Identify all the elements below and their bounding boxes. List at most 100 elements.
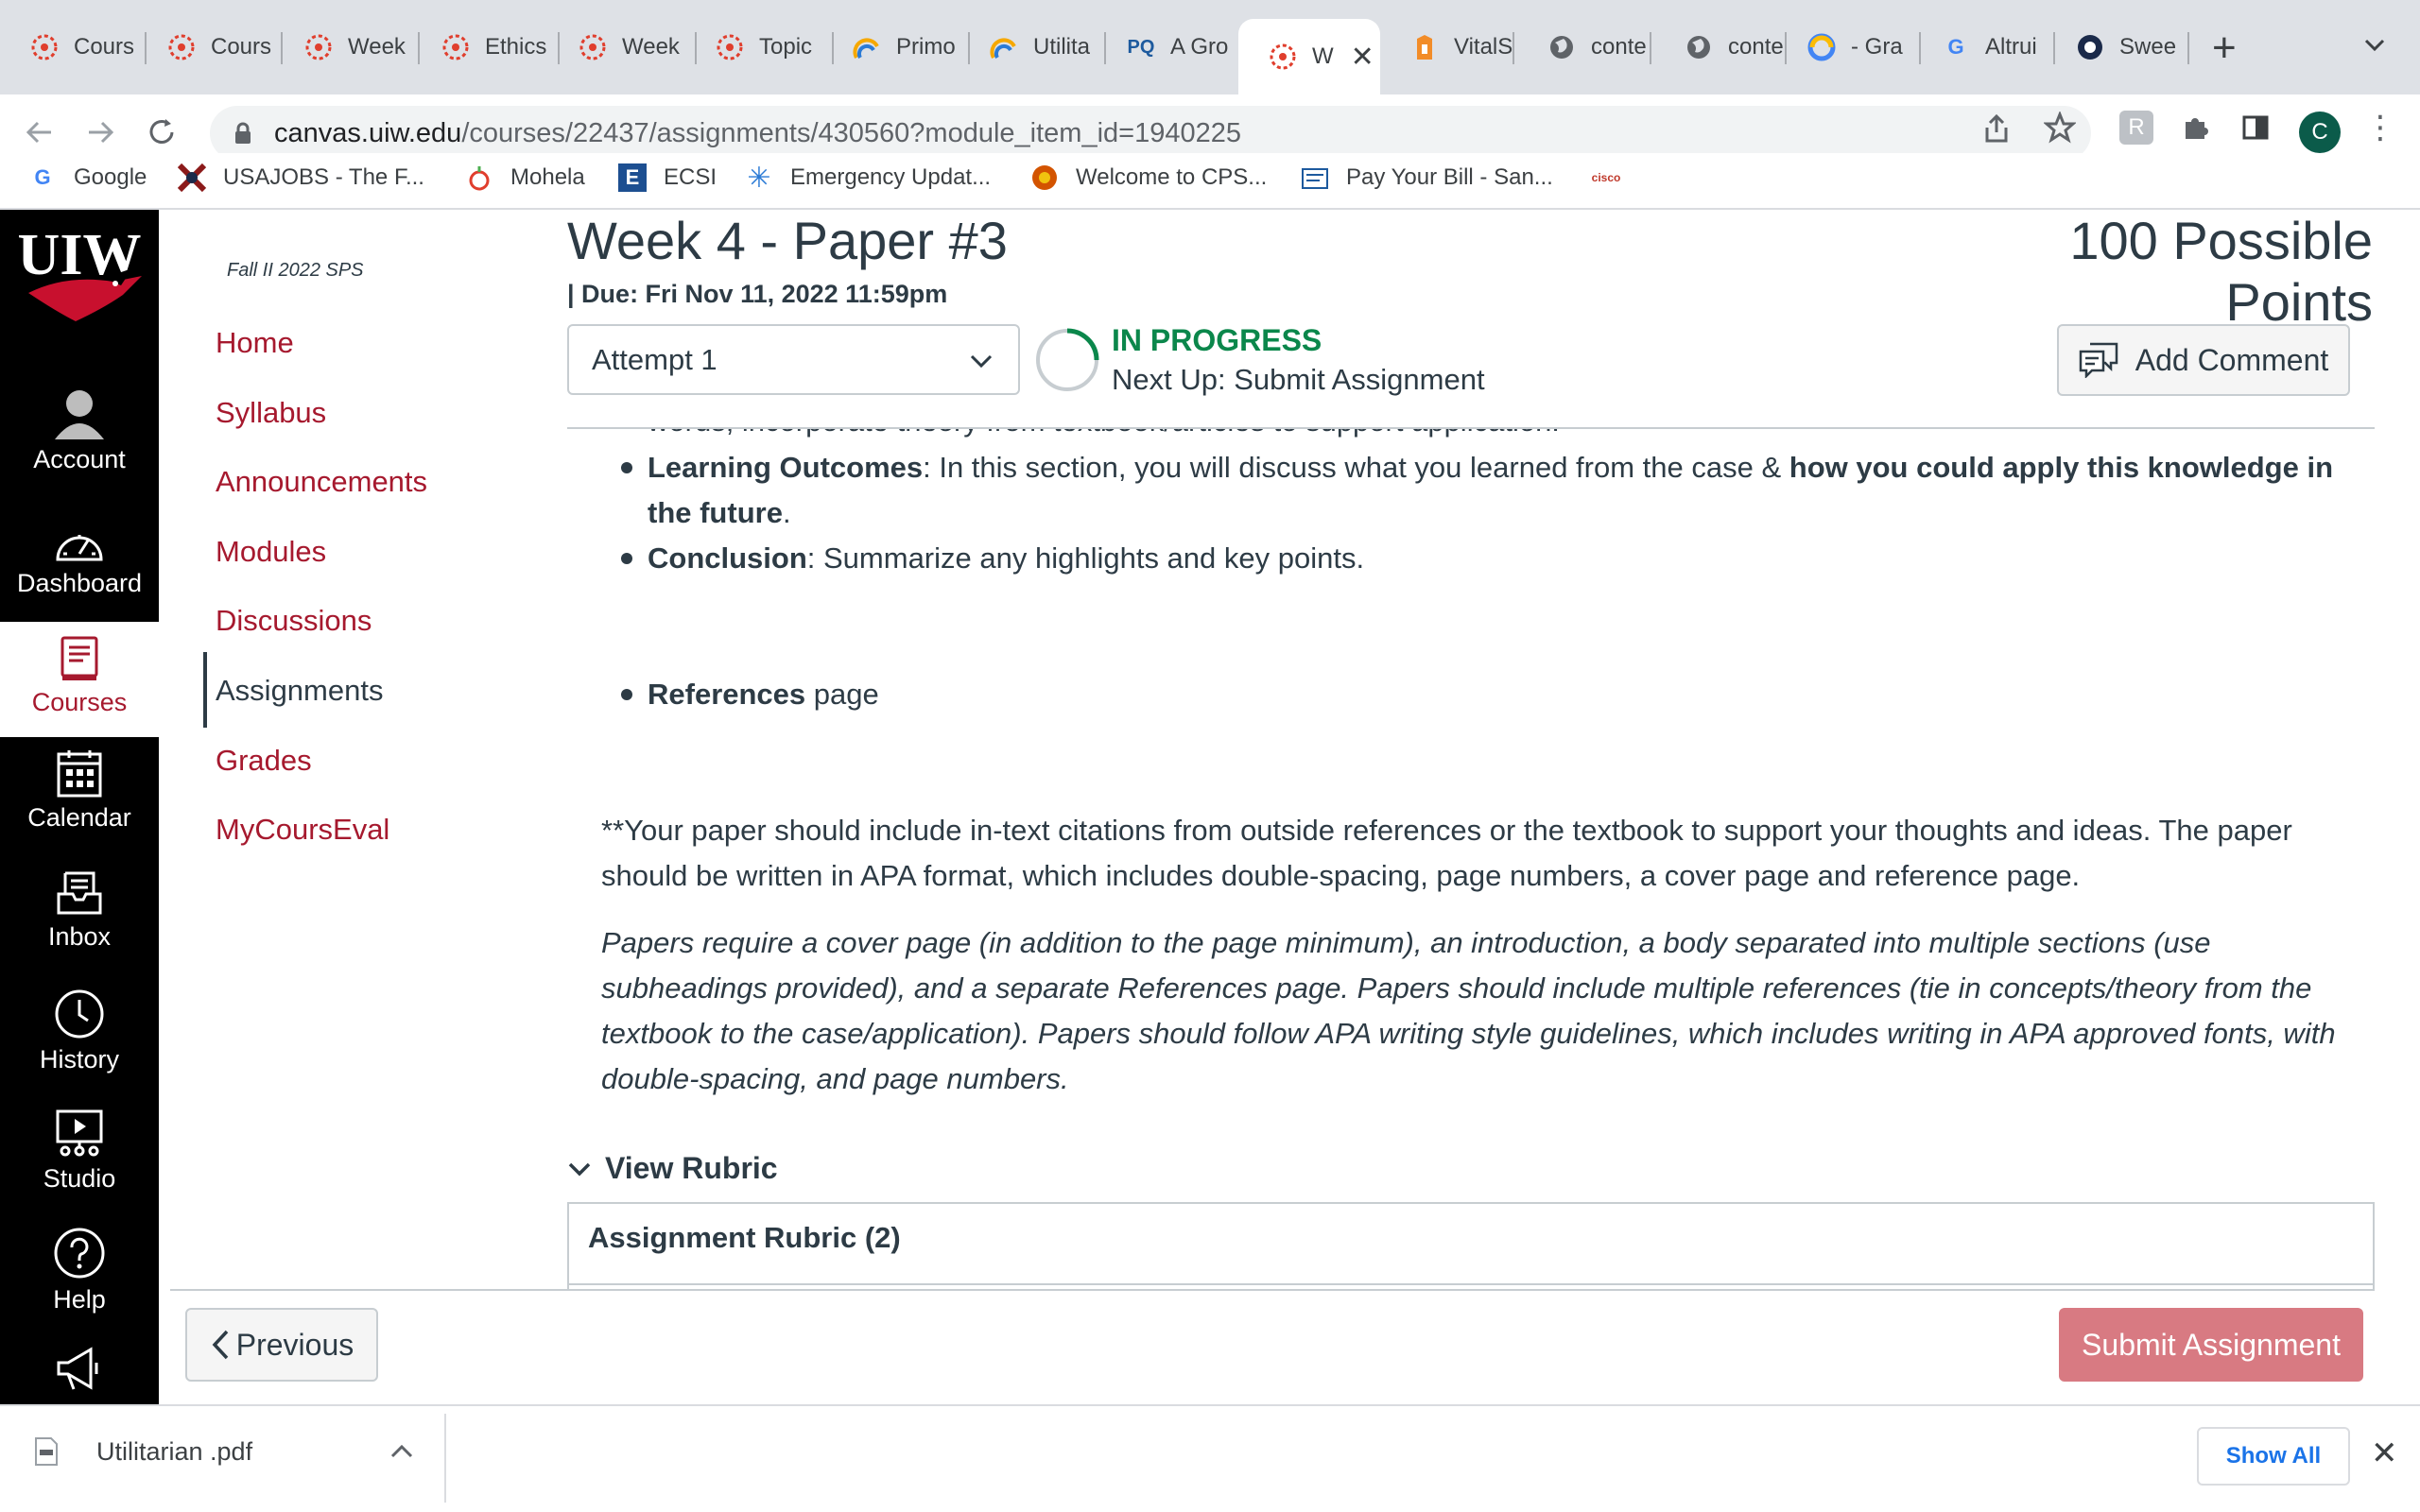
bookmark-item[interactable]: USAJOBS - The F...	[178, 159, 424, 197]
global-nav-courses[interactable]: Courses	[0, 622, 159, 737]
comment-icon	[2079, 342, 2118, 378]
browser-tab[interactable]: PQ A Gro	[1097, 19, 1234, 76]
lock-icon	[233, 121, 253, 146]
course-nav-mycourseval[interactable]: MyCoursEval	[216, 813, 389, 847]
side-panel-icon[interactable]	[2238, 111, 2273, 145]
studio-icon	[56, 1109, 103, 1157]
course-term: Fall II 2022 SPS	[227, 260, 364, 281]
google-icon	[1806, 31, 1838, 63]
uiw-logo[interactable]: UIW	[0, 217, 159, 350]
canvas-icon	[1267, 41, 1299, 73]
global-nav-inbox[interactable]: Inbox	[0, 869, 159, 952]
course-nav-grades[interactable]: Grades	[216, 744, 312, 778]
google-g-icon: G	[1947, 35, 1964, 59]
bookmark-item[interactable]: E ECSI	[618, 159, 717, 197]
url-text: canvas.uiw.edu/courses/22437/assignments…	[274, 117, 1241, 148]
citation-paragraph: **Your paper should include in-text cita…	[601, 814, 2292, 892]
browser-tab[interactable]: Primo	[822, 19, 959, 76]
browser-tab[interactable]: Ethics	[411, 19, 548, 76]
download-item[interactable]: Utilitarian .pdf	[34, 1436, 252, 1467]
megaphone-icon[interactable]	[0, 1346, 159, 1391]
vitalsource-icon	[1409, 31, 1441, 63]
mohela-icon	[465, 163, 493, 192]
rubric-header-row	[569, 1283, 2375, 1285]
browser-tab[interactable]: Week	[274, 19, 411, 76]
global-nav-dashboard[interactable]: Dashboard	[0, 525, 159, 598]
add-comment-button[interactable]: Add Comment	[2057, 324, 2350, 396]
bookmark-item[interactable]: G Google	[28, 159, 147, 197]
new-tab-button[interactable]: +	[2212, 25, 2237, 72]
canvas-icon	[440, 31, 472, 63]
browser-tab[interactable]: - Gra	[1777, 19, 1914, 76]
bookmark-item[interactable]: Pay Your Bill - San...	[1301, 159, 1553, 197]
bookmark-item[interactable]: Welcome to CPS...	[1030, 159, 1267, 197]
attempt-select[interactable]: Attempt 1	[567, 324, 1020, 395]
progress-ring-icon	[1036, 328, 1099, 391]
list-item: References page	[621, 672, 2375, 717]
submit-assignment-button[interactable]: Submit Assignment	[2059, 1308, 2363, 1382]
browser-tab[interactable]: Swee	[2046, 19, 2187, 76]
bill-icon	[1301, 163, 1329, 192]
assignment-description[interactable]: words, incorporate theory from textbook/…	[567, 429, 2375, 1289]
browser-tab[interactable]: conte	[1517, 19, 1654, 76]
browser-tab[interactable]: VitalS	[1380, 19, 1517, 76]
dashboard-icon	[56, 535, 103, 561]
course-nav-discussions[interactable]: Discussions	[216, 604, 372, 638]
share-icon[interactable]	[1983, 113, 2010, 151]
show-all-button[interactable]: Show All	[2197, 1427, 2350, 1486]
cps-icon	[1030, 163, 1059, 192]
previous-button[interactable]: Previous	[185, 1308, 378, 1382]
module-sequence-footer	[170, 1289, 2375, 1404]
bookmark-item[interactable]: Mohela	[465, 159, 585, 197]
browser-tab[interactable]: Topic	[685, 19, 822, 76]
inbox-icon	[57, 871, 102, 915]
browser-tab[interactable]: Cours	[137, 19, 274, 76]
browser-tab[interactable]: conte	[1654, 19, 1791, 76]
global-nav-calendar[interactable]: Calendar	[0, 748, 159, 833]
extensions-puzzle-icon[interactable]	[2178, 111, 2212, 145]
view-rubric-toggle[interactable]: View Rubric	[567, 1151, 778, 1186]
browser-menu-icon[interactable]: ⋮	[2363, 110, 2397, 146]
rubric-title: Assignment Rubric (2)	[588, 1221, 901, 1254]
profile-avatar[interactable]: C	[2299, 112, 2341, 153]
browser-tab[interactable]: Week	[548, 19, 685, 76]
browser-tab[interactable]: Utilita	[959, 19, 1097, 76]
cisco-icon: cisco	[1591, 171, 1621, 184]
canvas-icon	[714, 31, 746, 63]
browser-tab[interactable]: G Altrui	[1911, 19, 2048, 76]
help-icon	[54, 1228, 105, 1279]
primo-icon	[988, 31, 1020, 63]
calendar-icon	[57, 750, 102, 798]
canvas-icon	[28, 31, 60, 63]
bookmark-item[interactable]: ✳ Emergency Updat...	[745, 159, 991, 197]
global-nav-help[interactable]: Help	[0, 1227, 159, 1314]
course-nav-announcements[interactable]: Announcements	[216, 465, 427, 499]
bookmark-item[interactable]: cisco	[1592, 159, 1637, 197]
browser-tab[interactable]: Cours	[0, 19, 137, 76]
bookmark-star-icon[interactable]	[2043, 110, 2077, 151]
chevron-up-icon[interactable]	[389, 1442, 414, 1466]
account-icon	[55, 390, 104, 439]
close-icon[interactable]: ✕	[2371, 1435, 2398, 1472]
close-tab-icon[interactable]: ✕	[1351, 41, 1374, 74]
course-nav-modules[interactable]: Modules	[216, 535, 326, 569]
course-nav-assignments[interactable]: Assignments	[216, 674, 383, 708]
course-nav-home[interactable]: Home	[216, 326, 294, 360]
canvas-icon	[165, 31, 198, 63]
partially-hidden-line: words, incorporate theory from textbook/…	[648, 429, 1560, 438]
chevron-left-icon	[212, 1330, 229, 1360]
global-nav-history[interactable]: History	[0, 988, 159, 1074]
possible-points: 100 Possible Points	[2069, 211, 2373, 332]
primo-icon	[851, 31, 883, 63]
tab-search-chevron-icon[interactable]	[2363, 28, 2386, 60]
extension-r-icon[interactable]: R	[2119, 111, 2153, 145]
courses-icon	[60, 636, 98, 680]
chevron-down-icon	[568, 1162, 591, 1176]
pdf-file-icon	[35, 1437, 58, 1466]
browser-tab-active[interactable]: W ✕	[1238, 19, 1380, 94]
global-nav-studio[interactable]: Studio	[0, 1108, 159, 1194]
course-nav-syllabus[interactable]: Syllabus	[216, 396, 326, 430]
history-icon	[55, 989, 104, 1039]
globe-icon	[1546, 31, 1578, 63]
global-nav-account[interactable]: Account	[0, 383, 159, 474]
